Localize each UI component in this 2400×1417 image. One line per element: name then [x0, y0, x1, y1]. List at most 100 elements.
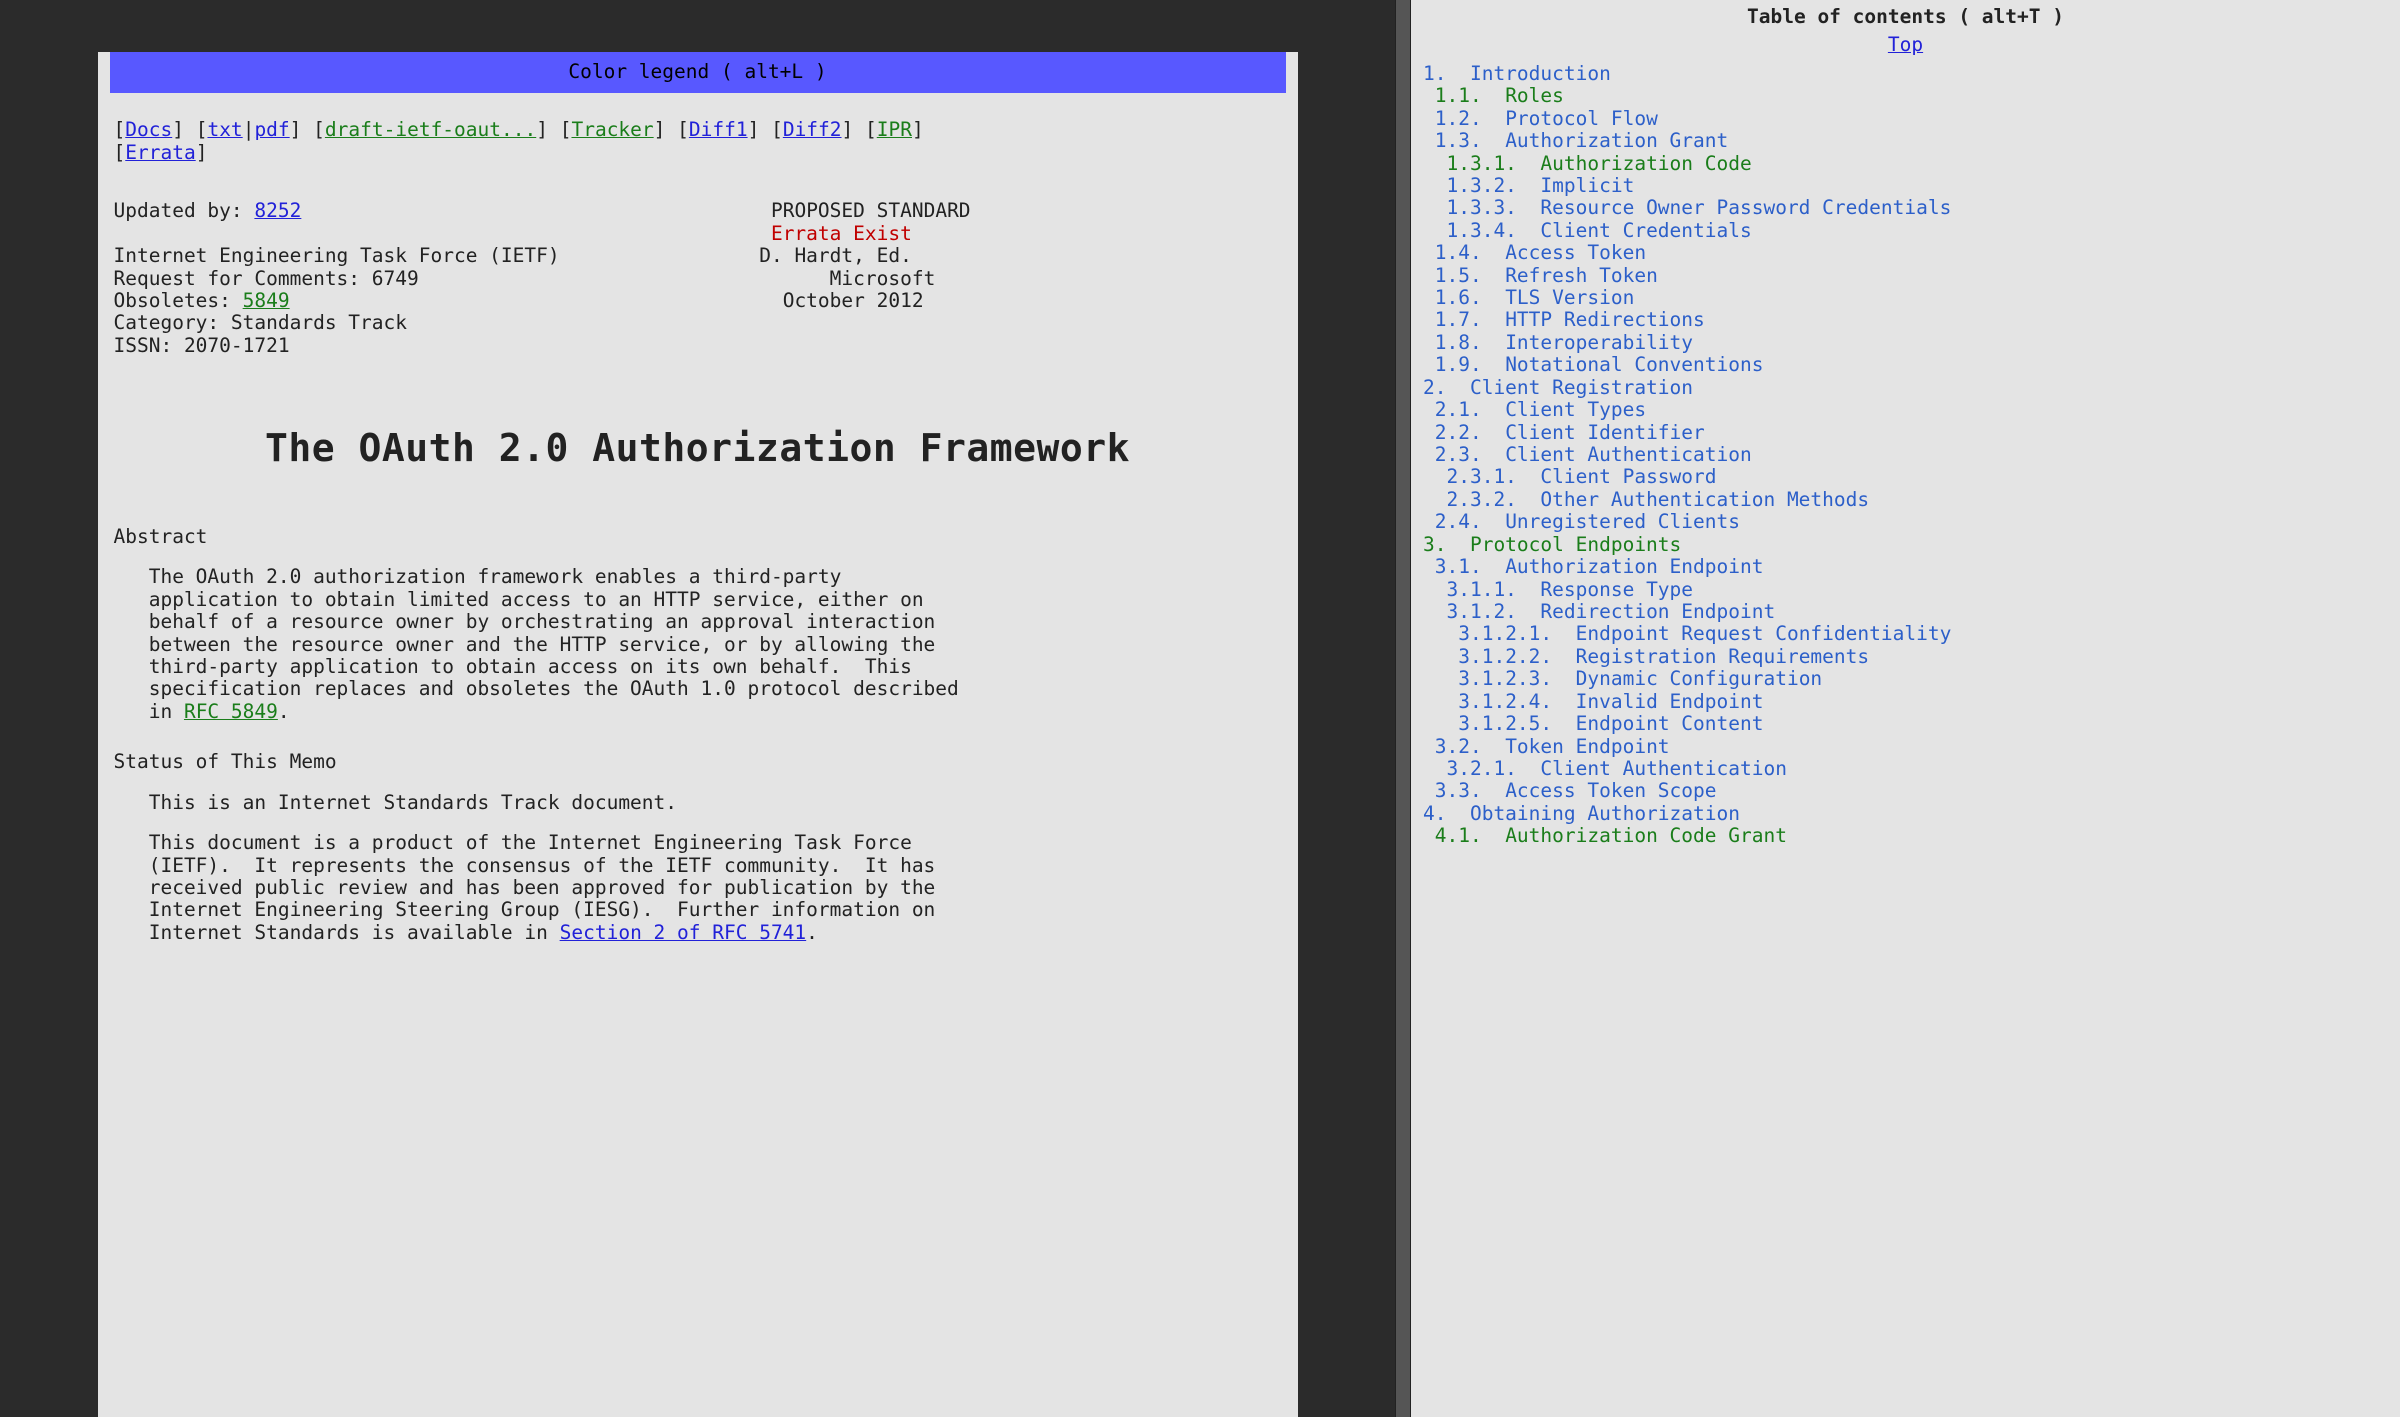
abstract-rfc-link[interactable]: RFC 5849: [184, 700, 278, 723]
toc-link[interactable]: 2.1. Client Types: [1435, 398, 1646, 421]
toc-item: 3.1. Authorization Endpoint: [1423, 556, 2388, 578]
toc-link[interactable]: 2.2. Client Identifier: [1435, 421, 1705, 444]
toc-item: 3.2. Token Endpoint: [1423, 736, 2388, 758]
toc-item: 1.3.2. Implicit: [1423, 175, 2388, 197]
toc-item: 3.2.1. Client Authentication: [1423, 758, 2388, 780]
toc-item: 2. Client Registration: [1423, 377, 2388, 399]
nav-diff2[interactable]: Diff2: [783, 118, 842, 141]
toc-item: 3.1.2.1. Endpoint Request Confidentialit…: [1423, 623, 2388, 645]
memo-rfc-link[interactable]: Section 2 of RFC 5741: [560, 921, 807, 944]
toc-item: 2.1. Client Types: [1423, 399, 2388, 421]
memo-heading: Status of This Memo: [114, 751, 1282, 773]
toc-list: 1. Introduction 1.1. Roles 1.2. Protocol…: [1423, 63, 2388, 848]
toc-link[interactable]: 3.2. Token Endpoint: [1435, 735, 1670, 758]
toc-item: 1.9. Notational Conventions: [1423, 354, 2388, 376]
toc-link[interactable]: 3.1.2. Redirection Endpoint: [1446, 600, 1775, 623]
nav-errata[interactable]: Errata: [125, 141, 195, 164]
toc-item: 2.3.1. Client Password: [1423, 466, 2388, 488]
toc-link[interactable]: 3.1.2.5. Endpoint Content: [1458, 712, 1763, 735]
toc-item: 1.7. HTTP Redirections: [1423, 309, 2388, 331]
updated-by-link[interactable]: 8252: [254, 199, 301, 222]
toc-link[interactable]: 1.8. Interoperability: [1435, 331, 1693, 354]
toc-link[interactable]: 3.1. Authorization Endpoint: [1435, 555, 1764, 578]
toc-link[interactable]: 3.1.1. Response Type: [1446, 578, 1693, 601]
toc-link[interactable]: 2.4. Unregistered Clients: [1435, 510, 1740, 533]
toc-link[interactable]: 1.2. Protocol Flow: [1435, 107, 1658, 130]
toc-item: 2.4. Unregistered Clients: [1423, 511, 2388, 533]
toc-item: 1.3.4. Client Credentials: [1423, 220, 2388, 242]
toc-item: 2.2. Client Identifier: [1423, 422, 2388, 444]
memo-para1: This is an Internet Standards Track docu…: [114, 792, 1282, 814]
toc-item: 3.1.2.4. Invalid Endpoint: [1423, 691, 2388, 713]
toc-item: 4.1. Authorization Code Grant: [1423, 825, 2388, 847]
toc-link[interactable]: 1.3. Authorization Grant: [1435, 129, 1729, 152]
toc-item: 3.1.2.5. Endpoint Content: [1423, 713, 2388, 735]
toc-link[interactable]: 2.3.1. Client Password: [1446, 465, 1716, 488]
toc-pane: Table of contents ( alt+T ) Top 1. Intro…: [1411, 0, 2400, 1417]
toc-link[interactable]: 3.3. Access Token Scope: [1435, 779, 1717, 802]
nav-ipr[interactable]: IPR: [877, 118, 912, 141]
toc-link[interactable]: 1. Introduction: [1423, 62, 1611, 85]
nav-txt[interactable]: txt: [207, 118, 242, 141]
toc-link[interactable]: 4. Obtaining Authorization: [1423, 802, 1740, 825]
errata-exist: Errata Exist: [771, 222, 912, 245]
toc-top: Top: [1423, 34, 2388, 56]
toc-item: 1.1. Roles: [1423, 85, 2388, 107]
toc-link[interactable]: 3.2.1. Client Authentication: [1446, 757, 1786, 780]
rfc-page: Color legend ( alt+L ) [Docs] [txt|pdf] …: [98, 52, 1298, 1417]
header-block: Updated by: 8252 PROPOSED STANDARD Errat…: [114, 200, 1282, 357]
toc-link[interactable]: 3.1.2.2. Registration Requirements: [1458, 645, 1869, 668]
toc-link[interactable]: 1.3.4. Client Credentials: [1446, 219, 1751, 242]
toc-item: 3. Protocol Endpoints: [1423, 534, 2388, 556]
toc-item: 3.1.2.3. Dynamic Configuration: [1423, 668, 2388, 690]
nav-diff1[interactable]: Diff1: [689, 118, 748, 141]
toc-item: 3.1.2. Redirection Endpoint: [1423, 601, 2388, 623]
toc-link[interactable]: 1.3.2. Implicit: [1446, 174, 1634, 197]
toc-item: 2.3.2. Other Authentication Methods: [1423, 489, 2388, 511]
split-handle[interactable]: [1395, 0, 1411, 1417]
toc-item: 1.3. Authorization Grant: [1423, 130, 2388, 152]
toc-link[interactable]: 1.6. TLS Version: [1435, 286, 1635, 309]
abstract-heading: Abstract: [114, 526, 1282, 548]
toc-link[interactable]: 3.1.2.1. Endpoint Request Confidentialit…: [1458, 622, 1951, 645]
toc-link[interactable]: 1.1. Roles: [1435, 84, 1564, 107]
toc-link[interactable]: 1.4. Access Token: [1435, 241, 1646, 264]
toc-item: 1.2. Protocol Flow: [1423, 108, 2388, 130]
toc-link[interactable]: 3.1.2.4. Invalid Endpoint: [1458, 690, 1763, 713]
toc-top-link[interactable]: Top: [1888, 33, 1923, 56]
toc-link[interactable]: 3. Protocol Endpoints: [1423, 533, 1681, 556]
nav-docs[interactable]: Docs: [125, 118, 172, 141]
toc-link[interactable]: 1.9. Notational Conventions: [1435, 353, 1764, 376]
toc-item: 3.1.2.2. Registration Requirements: [1423, 646, 2388, 668]
toc-item: 1.3.1. Authorization Code: [1423, 153, 2388, 175]
toc-link[interactable]: 3.1.2.3. Dynamic Configuration: [1458, 667, 1822, 690]
toc-link[interactable]: 1.5. Refresh Token: [1435, 264, 1658, 287]
toc-link[interactable]: 1.3.1. Authorization Code: [1446, 152, 1751, 175]
toc-item: 2.3. Client Authentication: [1423, 444, 2388, 466]
viewport: Color legend ( alt+L ) [Docs] [txt|pdf] …: [0, 0, 2400, 1417]
toc-item: 4. Obtaining Authorization: [1423, 803, 2388, 825]
toc-item: 1.6. TLS Version: [1423, 287, 2388, 309]
nav-pdf[interactable]: pdf: [254, 118, 289, 141]
obsoletes-link[interactable]: 5849: [243, 289, 290, 312]
toc-link[interactable]: 2.3.2. Other Authentication Methods: [1446, 488, 1869, 511]
toc-item: 3.3. Access Token Scope: [1423, 780, 2388, 802]
toc-link[interactable]: 1.3.3. Resource Owner Password Credentia…: [1446, 196, 1951, 219]
toc-item: 3.1.1. Response Type: [1423, 579, 2388, 601]
toc-link[interactable]: 4.1. Authorization Code Grant: [1435, 824, 1787, 847]
document-title: The OAuth 2.0 Authorization Framework: [114, 427, 1282, 471]
nav-tracker[interactable]: Tracker: [571, 118, 653, 141]
toc-title: Table of contents ( alt+T ): [1423, 6, 2388, 28]
toc-link[interactable]: 1.7. HTTP Redirections: [1435, 308, 1705, 331]
memo-para2: This document is a product of the Intern…: [114, 832, 1282, 944]
toc-item: 1.5. Refresh Token: [1423, 265, 2388, 287]
toc-item: 1.8. Interoperability: [1423, 332, 2388, 354]
abstract-body: The OAuth 2.0 authorization framework en…: [114, 566, 1282, 723]
toc-link[interactable]: 2. Client Registration: [1423, 376, 1693, 399]
toc-item: 1. Introduction: [1423, 63, 2388, 85]
toc-item: 1.4. Access Token: [1423, 242, 2388, 264]
color-legend-bar[interactable]: Color legend ( alt+L ): [110, 52, 1286, 93]
document-pane: Color legend ( alt+L ) [Docs] [txt|pdf] …: [0, 0, 1395, 1417]
toc-link[interactable]: 2.3. Client Authentication: [1435, 443, 1752, 466]
nav-draft[interactable]: draft-ietf-oaut...: [325, 118, 536, 141]
